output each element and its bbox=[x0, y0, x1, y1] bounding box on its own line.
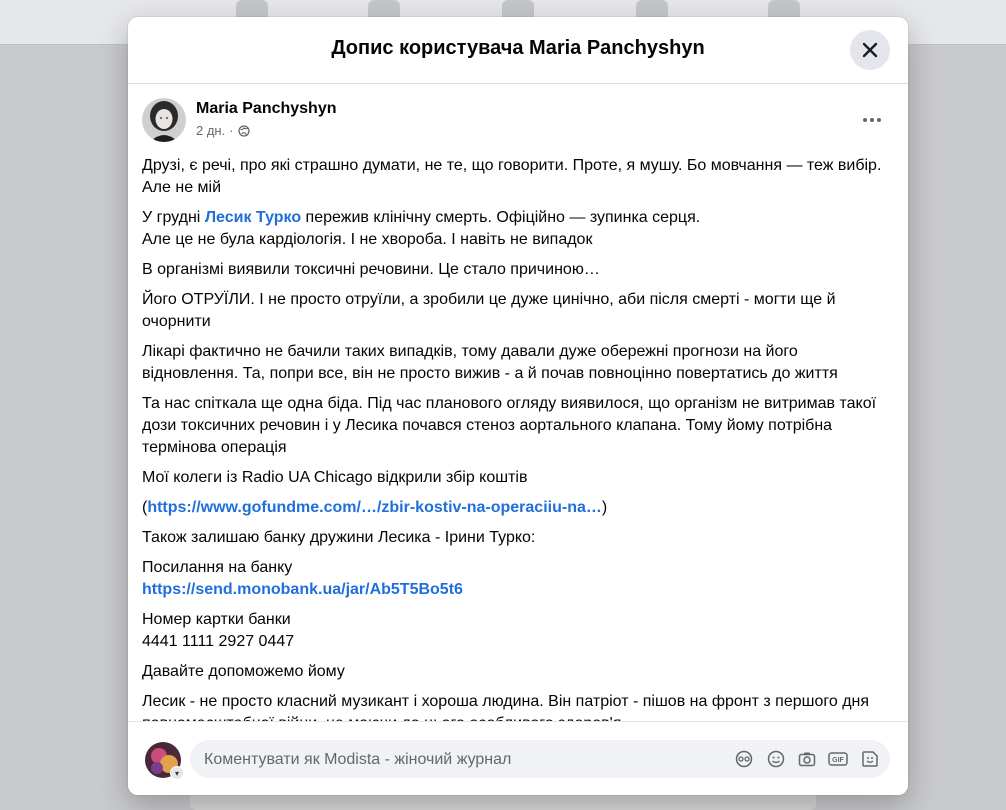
author-avatar[interactable] bbox=[142, 98, 186, 142]
more-icon bbox=[863, 118, 867, 122]
post-meta: 2 дн. · bbox=[196, 123, 250, 138]
post-paragraph: У грудні Лесик Турко пережив клінічну см… bbox=[142, 207, 894, 251]
text-fragment: Номер картки банки bbox=[142, 611, 291, 628]
meta-separator: · bbox=[229, 123, 234, 138]
post-paragraph: Його ОТРУЇЛИ. І не просто отруїли, а зро… bbox=[142, 291, 836, 330]
text-fragment: пережив клінічну смерть. Офіційно — зупи… bbox=[301, 209, 701, 226]
emoji-icon[interactable] bbox=[766, 749, 786, 769]
close-button[interactable] bbox=[850, 30, 890, 70]
post-paragraph: Номер картки банки 4441 1111 2927 0447 bbox=[142, 609, 894, 653]
gif-icon[interactable]: GIF bbox=[828, 749, 848, 769]
monobank-link[interactable]: https://send.monobank.ua/jar/Ab5T5Bo5t6 bbox=[142, 581, 463, 598]
sticker-icon[interactable] bbox=[860, 749, 880, 769]
more-options-button[interactable] bbox=[854, 108, 890, 132]
comment-composer: ▾ GIF bbox=[128, 721, 908, 795]
post-paragraph: Лесик - не просто класний музикант і хор… bbox=[142, 693, 870, 721]
post-header: Maria Panchyshyn 2 дн. · bbox=[142, 98, 894, 144]
post-paragraph: Мої колеги із Radio UA Chicago відкрили … bbox=[142, 469, 528, 486]
svg-text:GIF: GIF bbox=[832, 757, 844, 764]
camera-icon[interactable] bbox=[797, 749, 817, 769]
post-dialog: Допис користувача Maria Panchyshyn Maria… bbox=[128, 17, 908, 795]
post-scroll-area[interactable]: Maria Panchyshyn 2 дн. · Друзі, є речі, … bbox=[128, 84, 908, 721]
dialog-header: Допис користувача Maria Panchyshyn bbox=[128, 17, 908, 84]
post-text: Друзі, є речі, про які страшно думати, н… bbox=[142, 155, 894, 721]
text-fragment: У грудні bbox=[142, 209, 205, 226]
post-paragraph: В організмі виявили токсичні речовини. Ц… bbox=[142, 261, 600, 278]
post-paragraph: Посилання на банку https://send.monobank.… bbox=[142, 557, 894, 601]
post-paragraph: Друзі, є речі, про які страшно думати, н… bbox=[142, 157, 882, 196]
comment-box: GIF bbox=[190, 740, 890, 780]
gofundme-link[interactable]: https://www.gofundme.com/…/zbir-kostiv-n… bbox=[147, 499, 602, 516]
post-paragraph: Давайте допоможемо йому bbox=[142, 663, 345, 680]
dialog-title: Допис користувача Maria Panchyshyn bbox=[331, 37, 705, 59]
author-name[interactable]: Maria Panchyshyn bbox=[196, 100, 337, 118]
avatar-sticker-icon[interactable] bbox=[734, 749, 754, 769]
post-paragraph: Лікарі фактично не бачили таких випадків… bbox=[142, 343, 838, 382]
close-icon bbox=[862, 42, 878, 58]
post-paragraph: (https://www.gofundme.com/…/zbir-kostiv-… bbox=[142, 497, 894, 519]
post-time[interactable]: 2 дн. bbox=[196, 123, 225, 138]
text-fragment: Посилання на банку bbox=[142, 559, 293, 576]
post-paragraph: Та нас спіткала ще одна біда. Під час пл… bbox=[142, 395, 877, 456]
globe-icon[interactable] bbox=[237, 124, 250, 137]
card-number: 4441 1111 2927 0447 bbox=[142, 633, 295, 650]
text-fragment: ) bbox=[601, 499, 608, 516]
mention-link[interactable]: Лесик Турко bbox=[205, 209, 301, 226]
comment-input[interactable] bbox=[202, 740, 726, 780]
post-paragraph: Також залишаю банку дружини Лесика - Іри… bbox=[142, 529, 536, 546]
chevron-down-icon[interactable]: ▾ bbox=[170, 766, 184, 780]
text-fragment: Але це не була кардіологія. І не хвороба… bbox=[142, 231, 593, 248]
